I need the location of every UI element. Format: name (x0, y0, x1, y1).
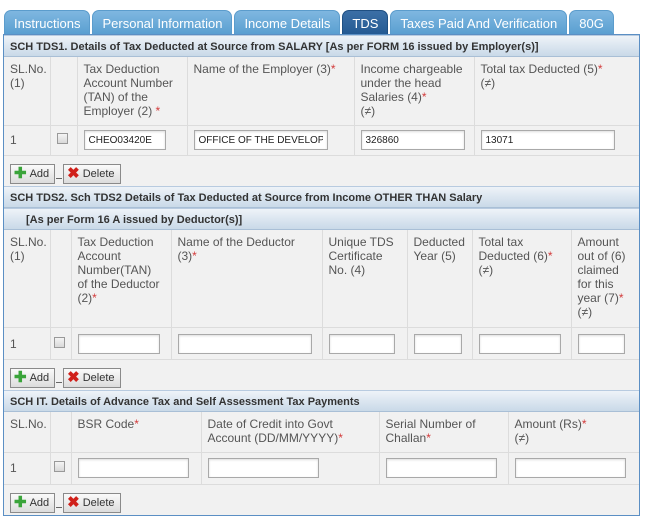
col-tan: Tax Deduction Account Number (TAN) of th… (77, 57, 188, 126)
delete-button[interactable]: ✖ Delete (63, 492, 121, 513)
date-of-credit-input[interactable] (207, 458, 319, 478)
employer-name-input[interactable] (193, 130, 328, 150)
row-sl-no: 1 (4, 125, 51, 156)
tds2-section-subtitle: [As per Form 16 A issued by Deductor(s)] (4, 207, 639, 230)
close-icon: ✖ (67, 493, 80, 511)
tds1-actions: ✚ Add ✖ Delete (4, 156, 639, 186)
tab-instructions[interactable]: Instructions (4, 10, 91, 34)
tab-bar: Instructions Personal Information Income… (4, 10, 616, 34)
tds2-actions: ✚ Add ✖ Delete (4, 360, 639, 390)
col-deductor-name: Name of the Deductor (3)* (171, 229, 323, 328)
col-amount: Amount (Rs)* (≠) (508, 412, 639, 453)
bsr-code-input[interactable] (77, 458, 189, 478)
tab-80g[interactable]: 80G (569, 10, 614, 34)
total-tax-input[interactable] (478, 333, 561, 354)
row-sl-no: 1 (4, 327, 51, 360)
tan-input[interactable] (77, 333, 160, 354)
tds1-section-title: SCH TDS1. Details of Tax Deducted at Sou… (4, 35, 639, 57)
plus-icon: ✚ (14, 493, 27, 511)
sch-it-section-title: SCH IT. Details of Advance Tax and Self … (4, 390, 639, 412)
tab-personal-information[interactable]: Personal Information (92, 10, 233, 34)
amount-claimed-input[interactable] (577, 333, 625, 354)
col-total-tax: Total tax Deducted (6)* (≠) (472, 229, 572, 328)
tab-taxes-paid[interactable]: Taxes Paid And Verification (390, 10, 568, 34)
sch-it-actions: ✚ Add ✖ Delete (4, 485, 639, 515)
plus-icon: ✚ (14, 369, 27, 386)
delete-button[interactable]: ✖ Delete (63, 163, 121, 184)
tds-panel: SCH TDS1. Details of Tax Deducted at Sou… (3, 34, 640, 516)
col-employer-name: Name of the Employer (3)* (187, 57, 355, 126)
deducted-year-input[interactable] (413, 333, 462, 354)
add-button[interactable]: ✚ Add (10, 492, 56, 513)
col-select (50, 412, 72, 453)
row-sl-no: 1 (4, 452, 51, 485)
col-certificate-no: Unique TDS Certificate No. (4) (322, 229, 408, 328)
tab-income-details[interactable]: Income Details (234, 10, 341, 34)
col-deducted-year: Deducted Year (5) (407, 229, 473, 328)
col-bsr-code: BSR Code* (71, 412, 202, 453)
deductor-name-input[interactable] (177, 333, 312, 354)
tab-tds[interactable]: TDS (342, 10, 389, 34)
col-amount-claimed: Amount out of (6) claimed for this year … (571, 229, 639, 328)
row-checkbox[interactable] (53, 461, 65, 472)
col-tan: Tax Deduction Account Number(TAN) of the… (71, 229, 172, 328)
close-icon: ✖ (67, 164, 80, 182)
col-select (50, 57, 78, 126)
col-select (50, 229, 72, 328)
col-sl-no: SL.No. (4, 412, 51, 453)
col-sl-no: SL.No. (1) (4, 57, 51, 126)
delete-button[interactable]: ✖ Delete (63, 368, 121, 388)
row-checkbox[interactable] (56, 133, 68, 144)
col-income-chargeable: Income chargeable under the head Salarie… (354, 57, 475, 126)
table-row: 1 (4, 327, 639, 360)
row-checkbox[interactable] (53, 336, 65, 348)
col-challan-serial: Serial Number of Challan* (379, 412, 509, 453)
add-button[interactable]: ✚ Add (10, 368, 56, 388)
plus-icon: ✚ (14, 164, 27, 182)
table-row: 1 (4, 452, 639, 485)
challan-serial-input[interactable] (385, 458, 497, 478)
close-icon: ✖ (67, 369, 80, 386)
tds2-table: SL.No. (1) Tax Deduction Account Number(… (4, 229, 639, 360)
total-tax-input[interactable] (480, 130, 615, 150)
income-input[interactable] (360, 130, 465, 150)
col-date-of-credit: Date of Credit into Govt Account (DD/MM/… (201, 412, 380, 453)
amount-input[interactable] (514, 458, 626, 478)
certificate-no-input[interactable] (328, 333, 395, 354)
col-sl-no: SL.No. (1) (4, 229, 51, 328)
add-button[interactable]: ✚ Add (10, 163, 56, 184)
sch-it-table: SL.No. BSR Code* Date of Credit into Gov… (4, 412, 639, 485)
col-total-tax: Total tax Deducted (5)* (≠) (474, 57, 639, 126)
tds1-table: SL.No. (1) Tax Deduction Account Number … (4, 57, 639, 156)
tds2-section-title: SCH TDS2. Sch TDS2 Details of Tax Deduct… (4, 185, 639, 208)
table-row: 1 (4, 125, 639, 156)
tan-input[interactable] (83, 130, 166, 150)
